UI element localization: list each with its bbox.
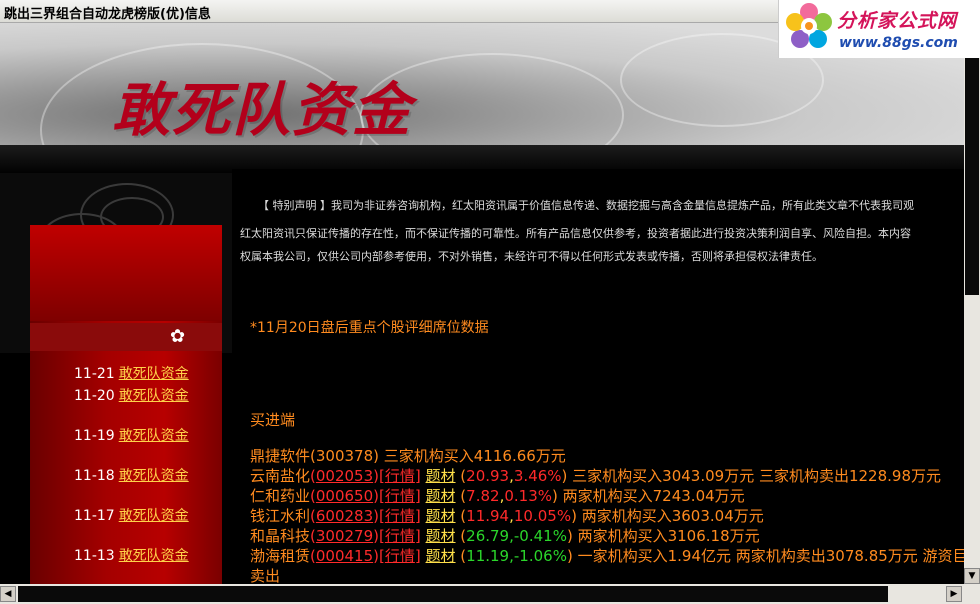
sidebar-item-link[interactable]: 敢死队资金	[119, 468, 189, 484]
stock-name: 渤海租赁	[250, 547, 311, 565]
stock-desc: 两家机构买入7243.04万元	[562, 487, 745, 505]
stock-row: 鼎捷软件(300378) 三家机构买入4116.66万元	[250, 447, 566, 465]
stock-name: 和晶科技	[250, 527, 311, 545]
stock-name: 鼎捷软件	[250, 447, 311, 465]
stock-row: 钱江水利(600283)[行情] 题材 (11.94,10.05%) 两家机构买…	[250, 507, 764, 525]
topic-link[interactable]: 题材	[426, 487, 456, 505]
stock-name: 云南盐化	[250, 467, 311, 485]
buy-side-label: 买进端	[250, 411, 296, 429]
quote-link[interactable]: 行情	[385, 547, 415, 565]
sidebar-item-date: 11-17	[74, 508, 115, 524]
scroll-left-arrow-icon[interactable]: ◀	[0, 586, 16, 602]
stock-code-link[interactable]: 000650	[316, 487, 373, 505]
vertical-scroll-thumb[interactable]	[965, 25, 979, 295]
stock-price: 20.93	[466, 467, 510, 485]
sidebar-item: 11-21 敢死队资金	[74, 363, 189, 383]
sidebar-item-link[interactable]: 敢死队资金	[119, 428, 189, 444]
sidebar-item-link[interactable]: 敢死队资金	[119, 508, 189, 524]
stock-code-link[interactable]: 000415	[316, 547, 373, 565]
topic-link[interactable]: 题材	[426, 467, 456, 485]
sidebar-header	[30, 225, 222, 321]
flower-logo-icon	[786, 3, 832, 48]
sidebar-item-date: 11-20	[74, 388, 115, 404]
stock-row: 仁和药业(000650)[行情] 题材 (7.82,0.13%) 两家机构买入7…	[250, 487, 745, 505]
sidebar-item-link[interactable]: 敢死队资金	[119, 548, 189, 564]
stock-row: 云南盐化(002053)[行情] 题材 (20.93,3.46%) 三家机构买入…	[250, 467, 941, 485]
stock-code-link[interactable]: 300279	[316, 527, 373, 545]
sidebar-item-link[interactable]: 敢死队资金	[119, 388, 189, 404]
stock-change: -1.06%	[513, 547, 567, 565]
logo-url-text: www.88gs.com	[839, 35, 958, 51]
sidebar-item: 11-20 敢死队资金	[74, 385, 189, 405]
horizontal-scroll-thumb[interactable]	[18, 586, 888, 602]
topic-link[interactable]: 题材	[426, 527, 456, 545]
web-content: 敢死队资金 ✿ 11-21 敢死队资金 11-20 敢死队资金 11-19 敢死队资金…	[0, 23, 964, 584]
stock-price: 26.79	[466, 527, 510, 545]
quote-link[interactable]: 行情	[385, 487, 415, 505]
quote-link[interactable]: 行情	[385, 467, 415, 485]
disclaimer-line-3: 权属本我公司，仅供公司内部参考使用，不对外销售，未经许可不得以任何形式发表或传播…	[240, 250, 823, 263]
stock-desc: 三家机构买入3043.09万元 三家机构卖出1228.98万元	[572, 467, 941, 485]
site-logo: 分析家公式网 www.88gs.com	[778, 0, 980, 58]
blossom-icon: ✿	[170, 326, 186, 347]
stock-price: 11.19	[466, 547, 510, 565]
sidebar: ✿ 11-21 敢死队资金 11-20 敢死队资金 11-19 敢死队资金 11-18…	[30, 225, 222, 584]
stock-desc: 两家机构买入3603.04万元	[581, 507, 764, 525]
scroll-right-arrow-icon[interactable]: ▶	[946, 586, 962, 602]
sidebar-item-date: 11-18	[74, 468, 115, 484]
stock-code-link[interactable]: 600283	[316, 507, 373, 525]
sidebar-item-link[interactable]: 敢死队资金	[119, 366, 189, 382]
scroll-down-arrow-icon[interactable]: ▼	[964, 568, 980, 584]
stock-change: 10.05%	[513, 507, 572, 525]
sidebar-item-date: 11-19	[74, 428, 115, 444]
stock-desc: 三家机构买入4116.66万元	[383, 447, 566, 465]
vertical-scrollbar[interactable]: ▼	[964, 23, 980, 584]
sidebar-item: 11-13 敢死队资金	[74, 545, 189, 565]
sidebar-item-date: 11-13	[74, 548, 115, 564]
stock-row: 渤海租赁(000415)[行情] 题材 (11.19,-1.06%) 一家机构买…	[250, 545, 964, 566]
sidebar-item: 11-19 敢死队资金	[74, 425, 189, 445]
main-article: 【 特别声明 】我司为非证券咨询机构，红太阳资讯属于价值信息传递、数据挖掘与高含…	[232, 169, 964, 584]
sidebar-item: 11-18 敢死队资金	[74, 465, 189, 485]
stock-name: 仁和药业	[250, 487, 311, 505]
stock-row: 和晶科技(300279)[行情] 题材 (26.79,-0.41%) 两家机构买…	[250, 527, 760, 545]
disclaimer-line-1: 【 特别声明 】我司为非证券咨询机构，红太阳资讯属于价值信息传递、数据挖掘与高含…	[258, 199, 914, 212]
stock-desc: 一家机构买入1.94亿元 两家机构卖出3078.85万元 游资巨大幅	[577, 547, 964, 565]
quote-link[interactable]: 行情	[385, 507, 415, 525]
sidebar-item: 11-17 敢死队资金	[74, 505, 189, 525]
stock-code: 300378	[315, 447, 374, 465]
sidebar-item-date: 11-21	[74, 366, 115, 382]
stock-change: 0.13%	[504, 487, 552, 505]
logo-brand-text: 分析家公式网	[837, 10, 958, 32]
stock-desc-continued: 卖出	[250, 567, 281, 584]
stock-desc: 两家机构买入3106.18万元	[577, 527, 760, 545]
stock-change: -0.41%	[513, 527, 567, 545]
topic-link[interactable]: 题材	[426, 507, 456, 525]
stock-price: 11.94	[466, 507, 510, 525]
window-title: 跳出三界组合自动龙虎榜版(优)信息	[4, 7, 211, 22]
topic-link[interactable]: 题材	[426, 547, 456, 565]
stock-row-continued: 卖出	[250, 565, 280, 584]
disclaimer-line-2: 红太阳资讯只保证传播的存在性，而不保证传播的可靠性。所有产品信息仅供参考，投资者…	[240, 227, 911, 240]
quote-link[interactable]: 行情	[385, 527, 415, 545]
stock-code-link[interactable]: 002053	[316, 467, 373, 485]
sidebar-subheader	[30, 323, 222, 351]
banner-title: 敢死队资金	[112, 76, 413, 144]
stock-change: 3.46%	[513, 467, 562, 485]
section-title: *11月20日盘后重点个股评细席位数据	[250, 320, 489, 336]
stock-price: 7.82	[466, 487, 500, 505]
stock-name: 钱江水利	[250, 507, 311, 525]
horizontal-scrollbar[interactable]: ◀ ▶	[0, 584, 980, 604]
